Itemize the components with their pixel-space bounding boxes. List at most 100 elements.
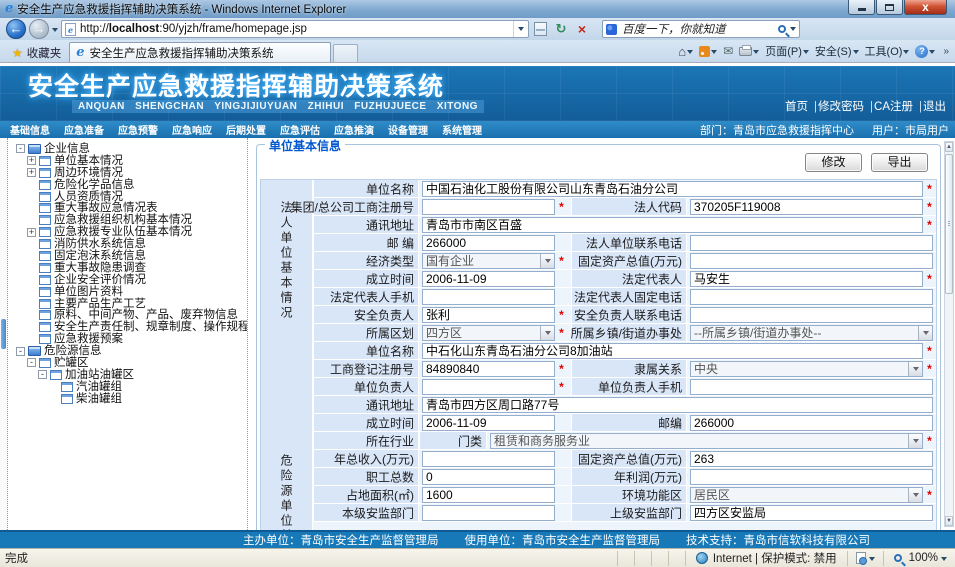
tree-expander-icon[interactable]: -: [27, 358, 36, 367]
tree-item[interactable]: -危险源信息: [12, 345, 247, 357]
feeds-button[interactable]: [699, 46, 717, 57]
export-button[interactable]: 导出: [871, 153, 928, 172]
tree-item[interactable]: -企业信息: [12, 143, 247, 155]
modify-button[interactable]: 修改: [805, 153, 862, 172]
page-view-control[interactable]: [847, 551, 883, 566]
tree-item[interactable]: 人员资质情况: [12, 191, 247, 203]
back-button[interactable]: ←: [6, 19, 26, 39]
tree-item[interactable]: 企业安全评价情况: [12, 274, 247, 286]
corp-address-input[interactable]: [422, 217, 923, 233]
tree-item[interactable]: 应急救援预案: [12, 333, 247, 345]
nav-item[interactable]: 应急预警: [118, 122, 158, 137]
corp-unit-name-input[interactable]: [422, 181, 923, 197]
minimize-button[interactable]: [848, 0, 875, 15]
tree-item[interactable]: -加油站油罐区: [12, 369, 247, 381]
unit-head-mobile-input[interactable]: [690, 379, 933, 395]
splitter-handle[interactable]: [1, 319, 6, 349]
scroll-down-icon[interactable]: ▼: [945, 516, 953, 526]
scroll-up-icon[interactable]: ▲: [945, 142, 953, 152]
tree-item[interactable]: +周边环境情况: [12, 167, 247, 179]
refresh-icon[interactable]: ↻: [552, 21, 570, 37]
economic-type-select[interactable]: 国有企业: [422, 253, 555, 269]
group-business-reg-no-input[interactable]: [422, 199, 555, 215]
tree-item[interactable]: +应急救援专业队伍基本情况: [12, 226, 247, 238]
nav-item[interactable]: 应急响应: [172, 122, 212, 137]
tree-expander-icon[interactable]: -: [16, 347, 25, 356]
annual-profit-input[interactable]: [690, 469, 933, 485]
stop-icon[interactable]: ×: [573, 22, 591, 36]
compatibility-view-icon[interactable]: [534, 22, 547, 36]
annual-income-input[interactable]: [422, 451, 555, 467]
tree-expander-icon[interactable]: +: [27, 156, 36, 165]
nav-item[interactable]: 应急评估: [280, 122, 320, 137]
tree-item[interactable]: 重大事故应急情况表: [12, 202, 247, 214]
nav-item[interactable]: 系统管理: [442, 122, 482, 137]
tree-expander-icon[interactable]: -: [16, 144, 25, 153]
tree-item[interactable]: 主要产品生产工艺: [12, 298, 247, 310]
land-area-input[interactable]: [422, 487, 555, 503]
legal-person-code-input[interactable]: [690, 199, 923, 215]
tree-item[interactable]: -贮罐区: [12, 357, 247, 369]
legal-rep-phone-input[interactable]: [690, 289, 933, 305]
tree-item[interactable]: 应急救援组织机构基本情况: [12, 214, 247, 226]
tree-item[interactable]: 柴油罐组: [12, 393, 247, 405]
scrollbar-thumb[interactable]: [945, 154, 953, 294]
corp-founded-date-input[interactable]: [422, 271, 555, 287]
superior-supervision-dept-input[interactable]: [690, 505, 933, 521]
corp-phone-input[interactable]: [690, 235, 933, 251]
corp-postcode-input[interactable]: [422, 235, 555, 251]
tree-item[interactable]: 重大事故隐患调查: [12, 262, 247, 274]
nav-item[interactable]: 后期处置: [226, 122, 266, 137]
unit-address-input[interactable]: [422, 397, 933, 413]
tree-item[interactable]: 汽油罐组: [12, 381, 247, 393]
zoom-control[interactable]: 100%: [883, 551, 955, 566]
nav-item[interactable]: 应急推演: [334, 122, 374, 137]
new-tab-stub[interactable]: [333, 44, 358, 62]
safety-officer-phone-input[interactable]: [690, 307, 933, 323]
township-select[interactable]: --所属乡镇/街道办事处--: [690, 325, 933, 341]
close-button[interactable]: x: [904, 0, 947, 15]
page-menu[interactable]: 页面(P): [765, 43, 809, 59]
search-dropdown-icon[interactable]: [790, 27, 796, 34]
favorites-button[interactable]: ★ 收藏夹: [4, 43, 69, 62]
tree-expander-icon[interactable]: -: [38, 370, 47, 379]
forward-button[interactable]: →: [29, 19, 49, 39]
business-reg-no-input[interactable]: [422, 361, 555, 377]
affiliation-select[interactable]: 中央: [690, 361, 923, 377]
fixed-assets-input[interactable]: [690, 451, 933, 467]
nav-item[interactable]: 应急准备: [64, 122, 104, 137]
tree-item[interactable]: 原料、中间产物、产品、废弃物信息: [12, 309, 247, 321]
tree-item[interactable]: 危险化学品信息: [12, 179, 247, 191]
local-supervision-dept-input[interactable]: [422, 505, 555, 521]
home-button[interactable]: ⌂: [678, 45, 693, 58]
header-link[interactable]: 修改密码: [818, 101, 864, 113]
tree-expander-icon[interactable]: +: [27, 228, 36, 237]
legal-representative-input[interactable]: [690, 271, 923, 287]
tree-item[interactable]: 固定泡沫系统信息: [12, 250, 247, 262]
unit-founded-date-input[interactable]: [422, 415, 555, 431]
industry-category-select[interactable]: 租赁和商务服务业: [490, 433, 923, 449]
tools-menu[interactable]: 工具(O): [865, 43, 910, 59]
nav-item[interactable]: 基础信息: [10, 122, 50, 137]
toolbar-overflow-icon[interactable]: »: [943, 46, 949, 57]
frame-splitter[interactable]: [0, 138, 8, 530]
history-dropdown-icon[interactable]: [52, 28, 58, 35]
search-icon[interactable]: [778, 25, 786, 33]
unit-head-input[interactable]: [422, 379, 555, 395]
legal-rep-mobile-input[interactable]: [422, 289, 555, 305]
safety-menu[interactable]: 安全(S): [815, 43, 859, 59]
tree-item[interactable]: +单位基本情况: [12, 155, 247, 167]
help-menu[interactable]: ?: [915, 45, 935, 58]
header-link[interactable]: CA注册: [874, 101, 913, 113]
nav-item[interactable]: 设备管理: [388, 122, 428, 137]
tree-item[interactable]: 消防供水系统信息: [12, 238, 247, 250]
safety-officer-input[interactable]: [422, 307, 555, 323]
content-scrollbar[interactable]: ▲ ▼: [944, 141, 954, 527]
tree-item[interactable]: 安全生产责任制、规章制度、操作规程信息: [12, 321, 247, 333]
maximize-button[interactable]: [876, 0, 903, 15]
active-tab[interactable]: e 安全生产应急救援指挥辅助决策系统: [69, 42, 331, 62]
tree-item[interactable]: 单位图片资料: [12, 286, 247, 298]
search-box[interactable]: 百度一下，你就知道: [602, 20, 800, 38]
mail-button[interactable]: ✉: [723, 44, 733, 58]
header-link[interactable]: 首页: [785, 101, 808, 113]
